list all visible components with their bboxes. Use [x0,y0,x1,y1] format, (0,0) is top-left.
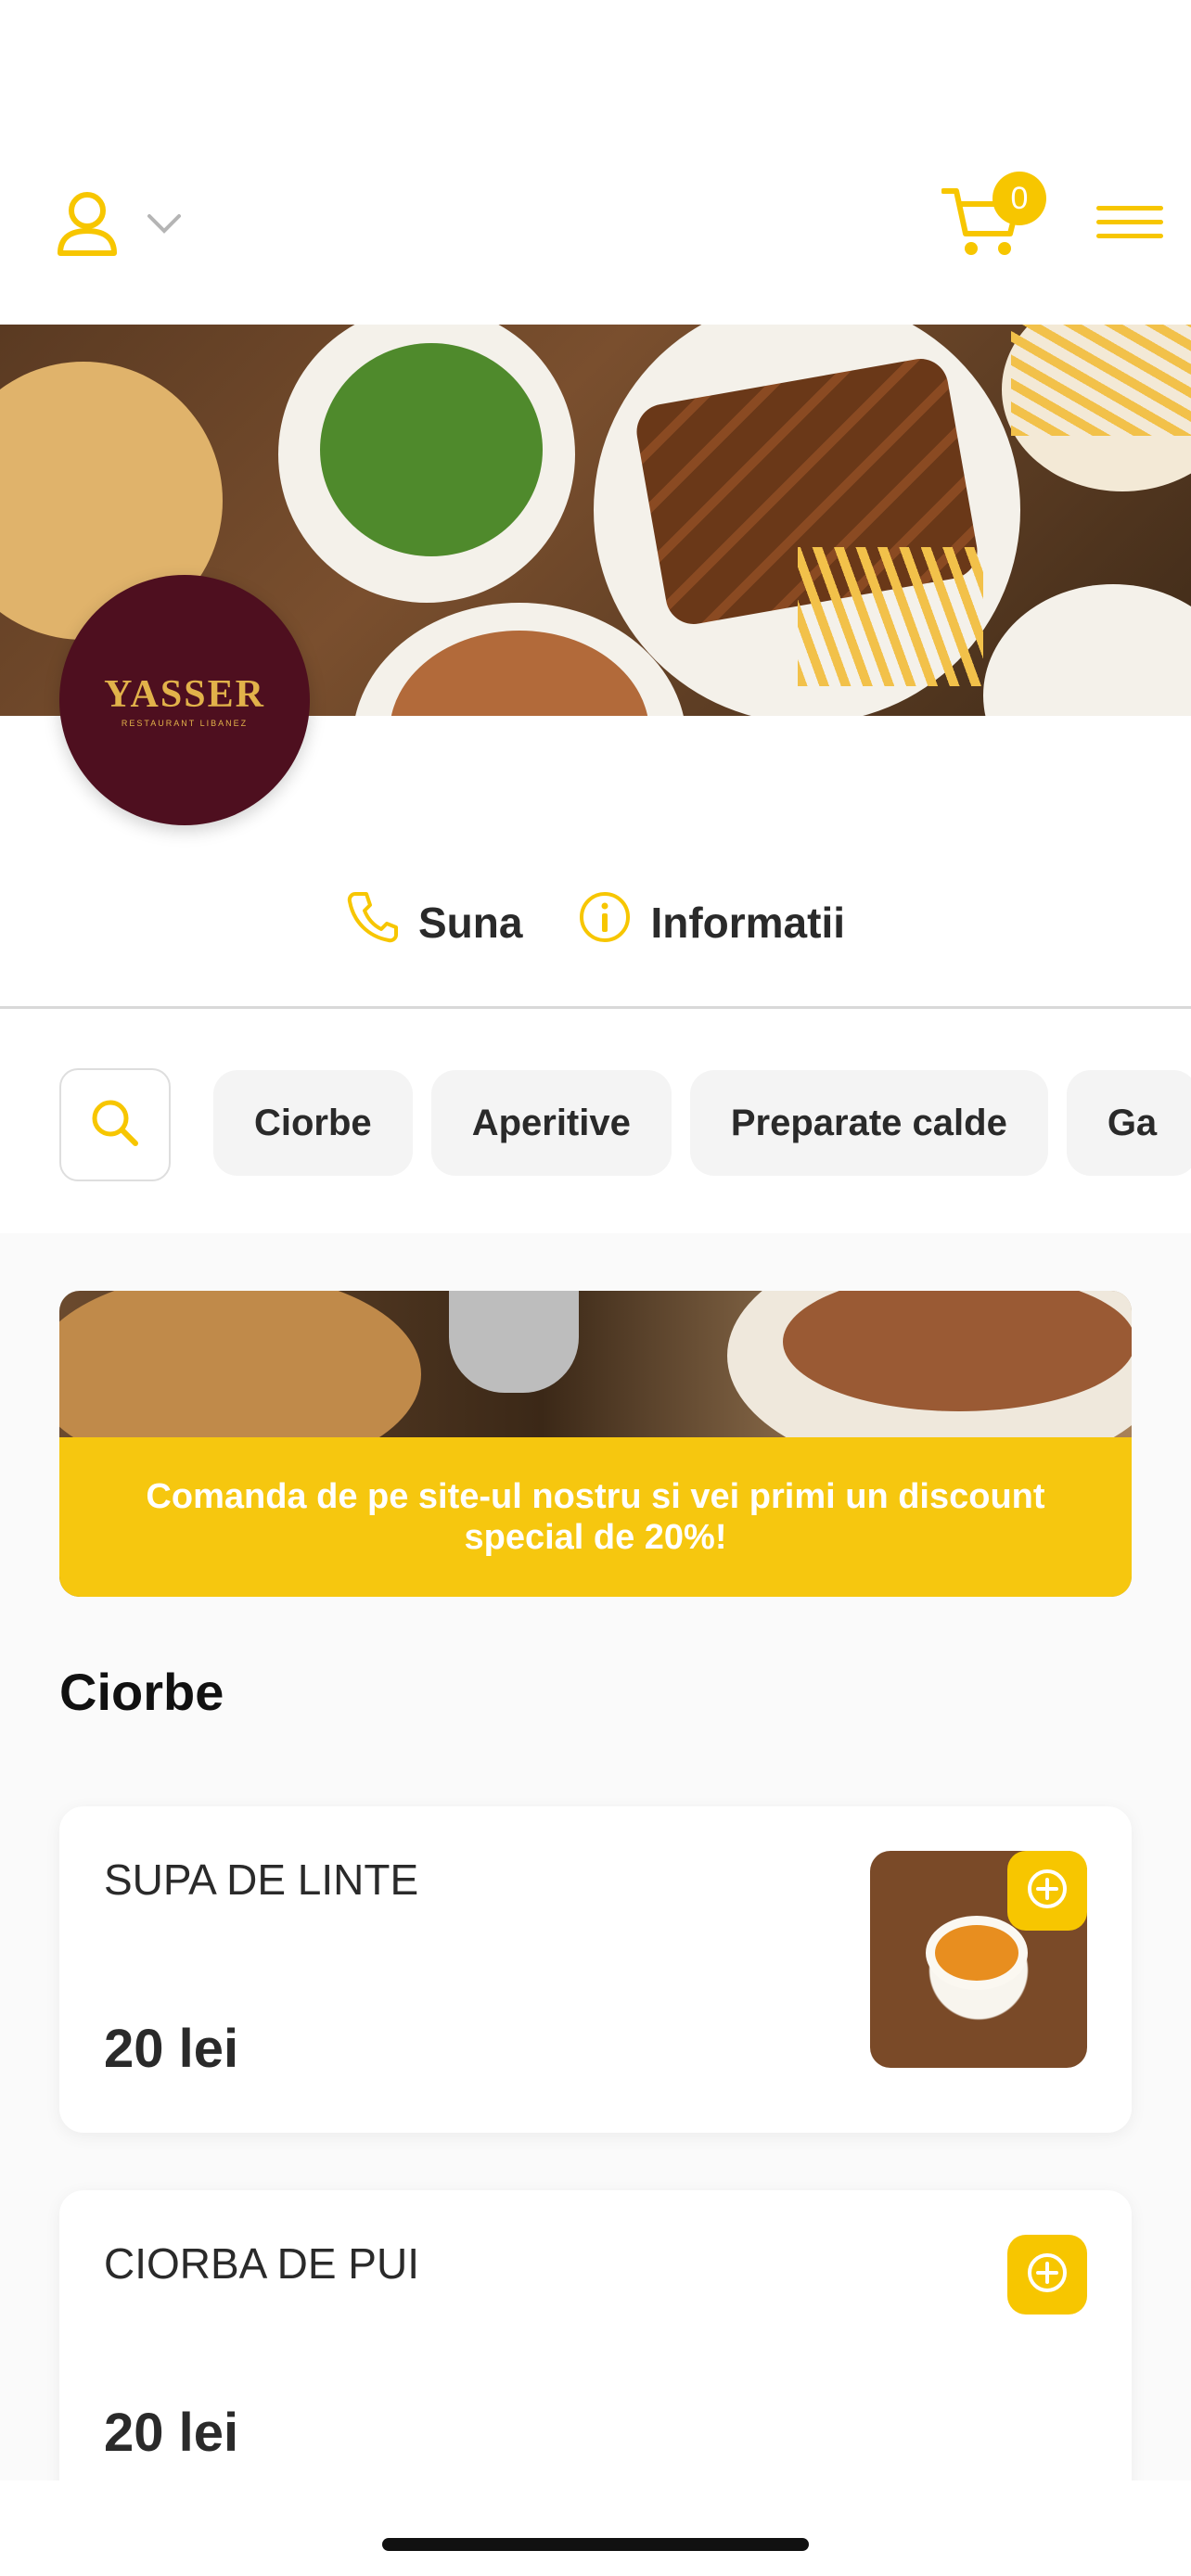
call-label: Suna [417,898,523,947]
menu-icon-line [1096,234,1163,238]
category-chip-aperitive[interactable]: Aperitive [430,1070,672,1176]
search-button[interactable] [59,1068,171,1181]
product-name: CIORBA DE PUI [104,2239,419,2288]
product-card[interactable]: SUPA DE LINTE 20 lei [59,1806,1132,2133]
add-to-cart-button[interactable] [1007,1851,1087,1931]
info-icon [578,890,632,954]
menu-icon-line [1096,206,1163,210]
phone-icon [346,890,400,954]
restaurant-actions: Suna Informatii [0,890,1191,954]
product-card[interactable]: CIORBA DE PUI 20 lei [59,2190,1132,2524]
category-chip-truncated[interactable]: Ga [1066,1070,1191,1176]
hamburger-menu-button[interactable] [1096,206,1163,243]
cart-count-badge: 0 [992,172,1046,225]
cart-icon [941,188,1021,263]
info-button[interactable]: Informatii [578,890,845,954]
section-title: Ciorbe [59,1663,224,1721]
plus-circle-icon [1026,1868,1069,1915]
product-price: 20 lei [104,2019,239,2079]
promo-text-strip: Comanda de pe site-ul nostru si vei prim… [59,1437,1132,1597]
category-chip-ciorbe[interactable]: Ciorbe [213,1070,413,1176]
bottom-safe-area [0,2480,1191,2576]
restaurant-logo: YASSER RESTAURANT LIBANEZ [59,575,310,825]
home-indicator[interactable] [382,2538,809,2551]
promo-banner: Comanda de pe site-ul nostru si vei prim… [59,1291,1132,1597]
account-menu-button[interactable] [56,190,182,257]
cart-button[interactable]: 0 [941,172,1046,269]
user-icon [56,190,119,257]
chevron-down-icon [147,212,182,235]
info-label: Informatii [650,898,846,947]
restaurant-logo-subtext: RESTAURANT LIBANEZ [121,719,249,728]
search-icon [89,1097,141,1154]
divider [0,1006,1191,1009]
call-button[interactable]: Suna [346,890,522,954]
soup-bowl-illustration [926,1916,1028,1990]
add-to-cart-button[interactable] [1007,2235,1087,2315]
restaurant-logo-text: YASSER [104,673,265,716]
category-chip-preparate-calde[interactable]: Preparate calde [689,1070,1048,1176]
top-bar: 0 [0,0,1191,325]
category-bar: Ciorbe Aperitive Preparate calde Ga [0,1011,1191,1233]
plus-circle-icon [1026,2251,1069,2299]
promo-text: Comanda de pe site-ul nostru si vei prim… [146,1477,1045,1557]
category-chips: Ciorbe Aperitive Preparate calde Ga [213,1070,1191,1176]
menu-icon-line [1096,220,1163,224]
product-name: SUPA DE LINTE [104,1855,419,1904]
product-price: 20 lei [104,2403,239,2463]
